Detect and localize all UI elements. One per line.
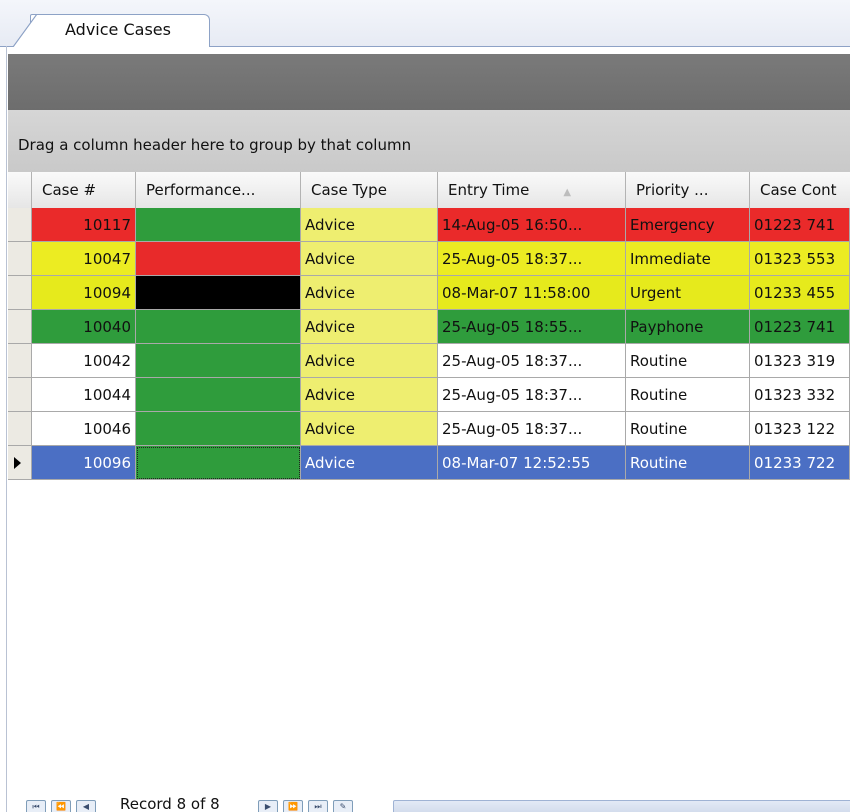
group-by-hint: Drag a column header here to group by th… (18, 136, 412, 154)
priority-cell[interactable]: Payphone (626, 310, 750, 344)
header-row: Case # Performance... Case Type Entry Ti… (8, 172, 850, 209)
case-contact-cell[interactable]: 01223 741 (750, 208, 850, 242)
header-selector (8, 172, 32, 208)
next-record-button[interactable]: ▶ (258, 800, 278, 812)
case-contact-cell[interactable]: 01323 553 (750, 242, 850, 276)
entry-time-cell[interactable]: 25-Aug-05 18:55... (438, 310, 626, 344)
first-record-button[interactable]: ⏮ (26, 800, 46, 812)
tab-strip: Advice Cases (0, 0, 850, 47)
priority-cell[interactable]: Urgent (626, 276, 750, 310)
sort-ascending-icon: ▲ (563, 187, 572, 198)
case-number-cell[interactable]: 10047 (32, 242, 136, 276)
performance-cell[interactable] (136, 412, 301, 446)
case-type-cell[interactable]: Advice (301, 310, 438, 344)
case-type-cell[interactable]: Advice (301, 208, 438, 242)
case-type-cell[interactable]: Advice (301, 276, 438, 310)
entry-time-cell[interactable]: 25-Aug-05 18:37... (438, 344, 626, 378)
header-priority[interactable]: Priority ... (626, 172, 750, 208)
current-row-arrow-icon (14, 457, 21, 469)
header-case-type[interactable]: Case Type (301, 172, 438, 208)
case-type-cell[interactable]: Advice (301, 344, 438, 378)
group-by-panel[interactable]: Drag a column header here to group by th… (8, 110, 850, 172)
entry-time-cell[interactable]: 25-Aug-05 18:37... (438, 242, 626, 276)
tab-label: Advice Cases (65, 20, 171, 39)
row-selector[interactable] (8, 378, 32, 412)
priority-cell[interactable]: Routine (626, 412, 750, 446)
case-type-cell[interactable]: Advice (301, 378, 438, 412)
previous-page-button[interactable]: ⏪ (51, 800, 71, 812)
header-performance[interactable]: Performance... (136, 172, 301, 208)
entry-time-cell[interactable]: 08-Mar-07 11:58:00 (438, 276, 626, 310)
table-row[interactable]: 10096 Advice 08-Mar-07 12:52:55 Routine 0123… (8, 446, 850, 480)
header-case-number[interactable]: Case # (32, 172, 136, 208)
case-type-cell[interactable]: Advice (301, 412, 438, 446)
header-entry-time[interactable]: Entry Time ▲ (438, 172, 626, 208)
toolbar-band (8, 54, 850, 110)
case-type-cell[interactable]: Advice (301, 242, 438, 276)
header-case-contact[interactable]: Case Cont (750, 172, 850, 208)
priority-cell[interactable]: Immediate (626, 242, 750, 276)
case-type-cell[interactable]: Advice (301, 446, 438, 480)
record-position: Record 8 of 8 (120, 795, 220, 812)
table-row[interactable]: 10040 Advice 25-Aug-05 18:55... Payphone 012… (8, 310, 850, 344)
case-contact-cell[interactable]: 01233 722 (750, 446, 850, 480)
case-number-cell[interactable]: 10042 (32, 344, 136, 378)
performance-cell[interactable] (136, 242, 301, 276)
row-selector[interactable] (8, 242, 32, 276)
entry-time-cell[interactable]: 25-Aug-05 18:37... (438, 412, 626, 446)
row-selector[interactable] (8, 412, 32, 446)
row-selector[interactable] (8, 208, 32, 242)
last-record-button[interactable]: ⏭ (308, 800, 328, 812)
performance-cell[interactable] (136, 208, 301, 242)
entry-time-cell[interactable]: 08-Mar-07 12:52:55 (438, 446, 626, 480)
case-contact-cell[interactable]: 01223 741 (750, 310, 850, 344)
left-border (6, 46, 7, 812)
priority-cell[interactable]: Emergency (626, 208, 750, 242)
priority-cell[interactable]: Routine (626, 378, 750, 412)
table-row[interactable]: 10047 Advice 25-Aug-05 18:37... Immediate 01… (8, 242, 850, 276)
previous-record-button[interactable]: ◀ (76, 800, 96, 812)
entry-time-cell[interactable]: 14-Aug-05 16:50... (438, 208, 626, 242)
case-number-cell[interactable]: 10040 (32, 310, 136, 344)
performance-cell[interactable] (136, 378, 301, 412)
performance-cell[interactable] (136, 310, 301, 344)
table-row[interactable]: 10046 Advice 25-Aug-05 18:37... Routine 0132… (8, 412, 850, 446)
table-row[interactable]: 10044 Advice 25-Aug-05 18:37... Routine 0132… (8, 378, 850, 412)
advice-cases-window: Advice Cases Drag a column header here t… (0, 0, 850, 812)
row-selector[interactable] (8, 310, 32, 344)
record-navigator: ⏮ ⏪ ◀ Record 8 of 8 ▶ ⏩ ⏭ ✎ (8, 794, 850, 812)
performance-cell[interactable] (136, 276, 301, 310)
case-number-cell[interactable]: 10117 (32, 208, 136, 242)
tab-advice-cases[interactable]: Advice Cases (13, 14, 210, 47)
case-number-cell[interactable]: 10096 (32, 446, 136, 480)
header-entry-time-label: Entry Time (448, 181, 530, 199)
table-row[interactable]: 10117 Advice 14-Aug-05 16:50... Emergency 01… (8, 208, 850, 242)
row-selector[interactable] (8, 446, 32, 480)
row-selector[interactable] (8, 344, 32, 378)
case-contact-cell[interactable]: 01323 319 (750, 344, 850, 378)
case-number-cell[interactable]: 10094 (32, 276, 136, 310)
next-page-button[interactable]: ⏩ (283, 800, 303, 812)
edit-record-button[interactable]: ✎ (333, 800, 353, 812)
performance-cell[interactable] (136, 446, 301, 480)
case-contact-cell[interactable]: 01233 455 (750, 276, 850, 310)
horizontal-scrollbar[interactable] (393, 800, 850, 812)
performance-cell[interactable] (136, 344, 301, 378)
entry-time-cell[interactable]: 25-Aug-05 18:37... (438, 378, 626, 412)
case-number-cell[interactable]: 10046 (32, 412, 136, 446)
case-contact-cell[interactable]: 01323 122 (750, 412, 850, 446)
row-selector[interactable] (8, 276, 32, 310)
priority-cell[interactable]: Routine (626, 344, 750, 378)
case-contact-cell[interactable]: 01323 332 (750, 378, 850, 412)
table-row[interactable]: 10094 Advice 08-Mar-07 11:58:00 Urgent 01233… (8, 276, 850, 310)
case-number-cell[interactable]: 10044 (32, 378, 136, 412)
priority-cell[interactable]: Routine (626, 446, 750, 480)
table-row[interactable]: 10042 Advice 25-Aug-05 18:37... Routine 0132… (8, 344, 850, 378)
